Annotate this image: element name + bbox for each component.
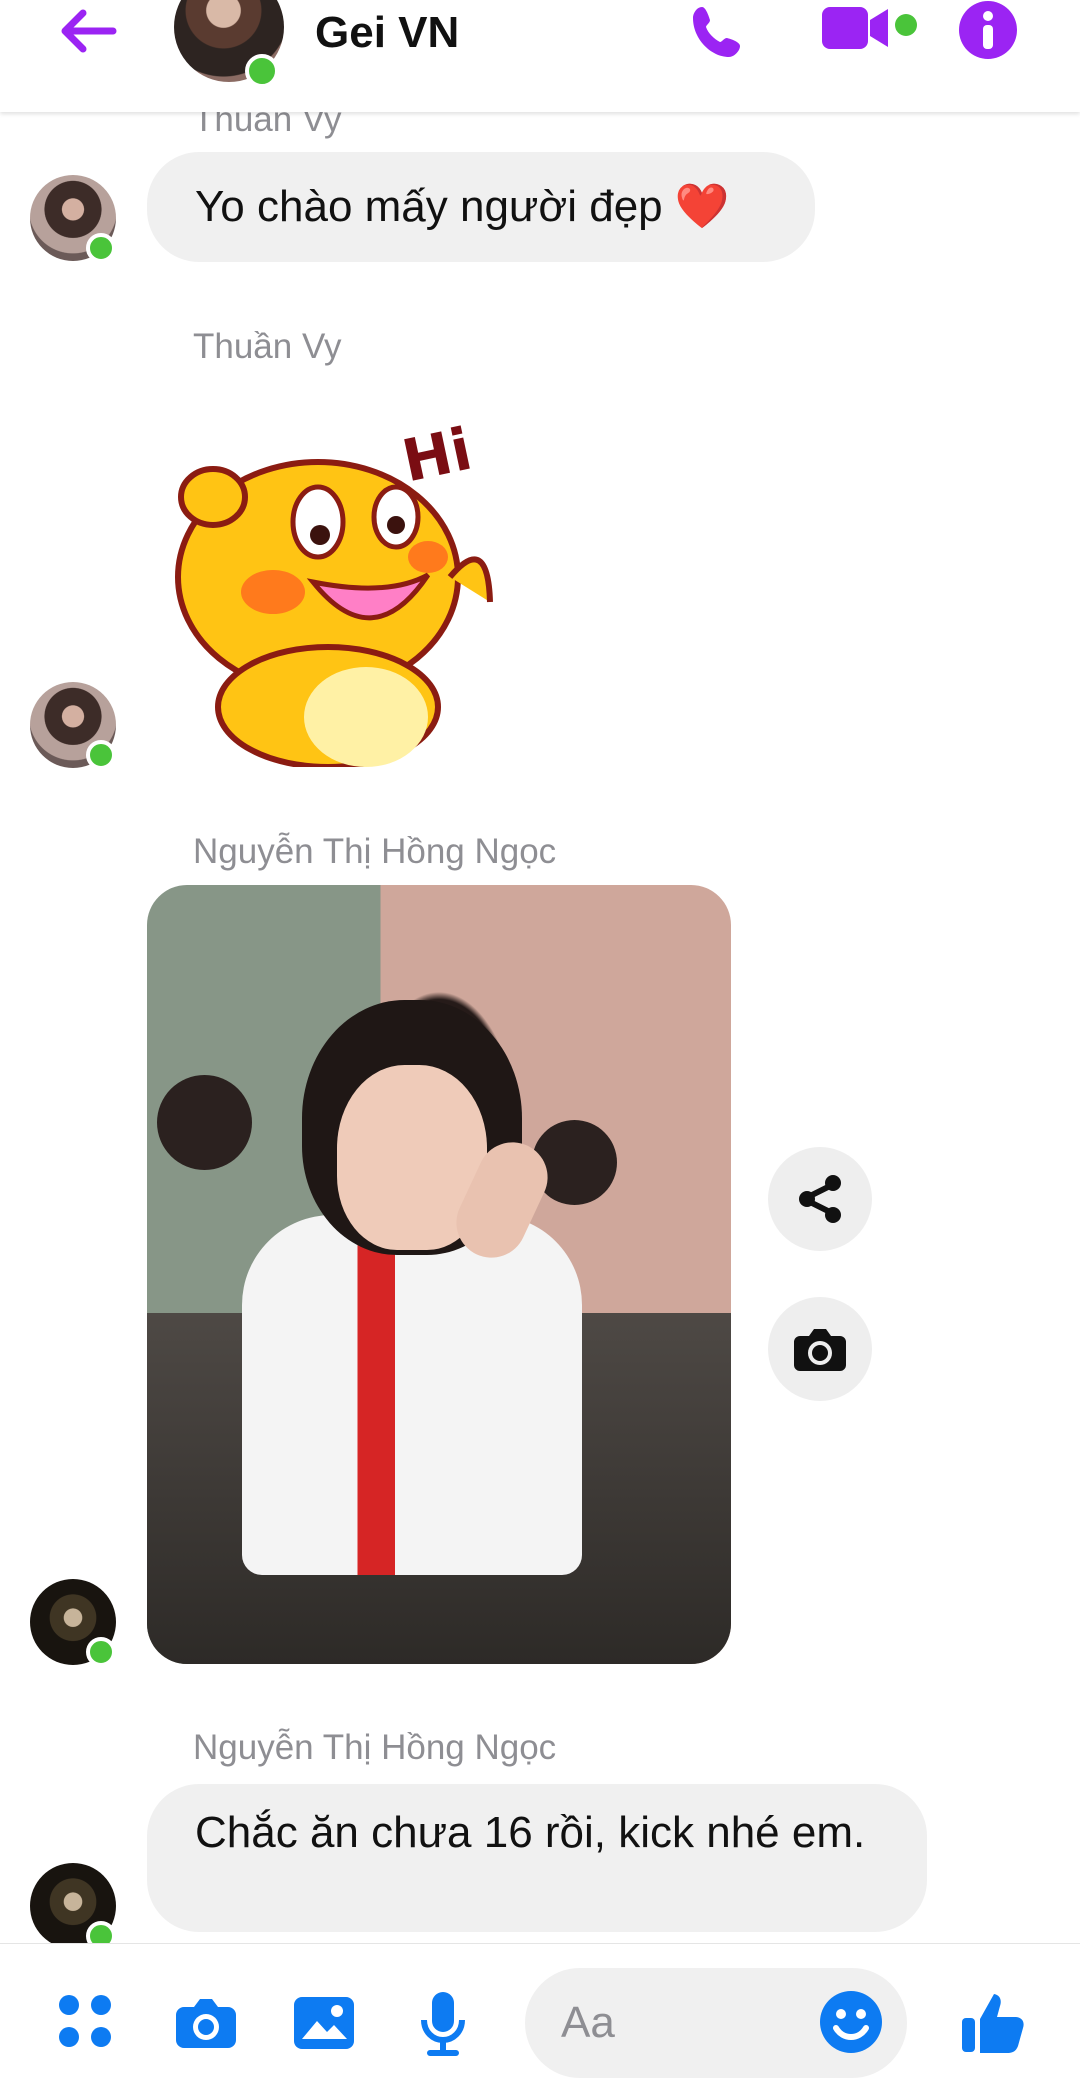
back-button[interactable] — [52, 8, 122, 54]
voice-record-button[interactable] — [418, 1989, 468, 2057]
sticker-greeting: Hi — [396, 415, 477, 496]
online-status-dot — [86, 1637, 116, 1667]
info-button[interactable] — [958, 0, 1018, 60]
share-icon — [799, 1175, 841, 1223]
message-bubble[interactable]: Yo chào mấy người đẹp ❤️ — [147, 152, 815, 262]
photo-figure — [242, 1215, 582, 1575]
sender-name: Nguyễn Thị Hồng Ngọc — [193, 832, 557, 871]
phone-icon — [693, 7, 740, 57]
like-button[interactable] — [960, 1990, 1026, 2056]
composer-bar: Aa — [0, 1943, 1080, 2091]
video-camera-icon — [822, 7, 888, 49]
photo-message[interactable] — [147, 885, 731, 1664]
menu-dots-icon — [59, 1995, 111, 2047]
camera-icon — [176, 1999, 236, 2048]
message-list[interactable]: Thuần Vy Yo chào mấy người đẹp ❤️ Thuần … — [0, 100, 1080, 1951]
sender-name: Thuần Vy — [193, 327, 342, 366]
online-status-dot — [86, 740, 116, 770]
camera-button[interactable] — [174, 1996, 238, 2050]
sender-name: Nguyễn Thị Hồng Ngọc — [193, 1728, 557, 1767]
share-button[interactable] — [768, 1147, 872, 1251]
gallery-button[interactable] — [292, 1994, 356, 2052]
chat-title[interactable]: Gei VN — [315, 8, 459, 58]
online-status-dot — [245, 54, 279, 88]
thumbs-up-icon — [962, 1994, 1024, 2053]
message-text: Chắc ăn chưa 16 rồi, kick nhé em. — [195, 1808, 866, 1857]
emoji-button[interactable] — [819, 1990, 883, 2059]
online-status-dot — [86, 233, 116, 263]
emoji-icon — [820, 1991, 882, 2053]
video-call-button[interactable] — [820, 2, 892, 54]
camera-icon — [794, 1329, 846, 1371]
arrow-left-icon — [61, 9, 117, 53]
image-icon — [294, 1997, 354, 2049]
message-input[interactable]: Aa — [525, 1968, 907, 2078]
microphone-icon — [421, 1992, 465, 2056]
sticker-message[interactable]: Hi — [168, 407, 508, 770]
info-icon — [959, 1, 1017, 59]
more-actions-button[interactable] — [56, 1992, 114, 2050]
photo-figure — [157, 1075, 252, 1170]
message-bubble[interactable]: Chắc ăn chưa 16 rồi, kick nhé em. — [147, 1784, 927, 1932]
message-text: Yo chào mấy người đẹp ❤️ — [195, 182, 730, 231]
sticker-image: Hi — [175, 415, 493, 770]
camera-button[interactable] — [768, 1297, 872, 1401]
voice-call-button[interactable] — [688, 0, 750, 62]
message-input-placeholder: Aa — [561, 1998, 615, 2047]
video-active-dot — [895, 14, 917, 36]
chat-header: Gei VN — [0, 0, 1080, 112]
